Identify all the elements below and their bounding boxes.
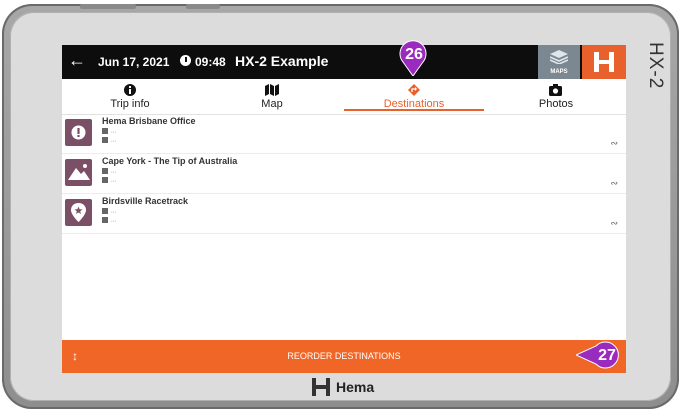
volume-button (186, 4, 220, 9)
list-item[interactable]: Birdsville Racetrack ... ... ∾ (62, 195, 626, 234)
alert-icon (71, 125, 86, 140)
note-icon (102, 177, 108, 183)
tab-trip-info[interactable]: Trip info (92, 79, 168, 114)
calendar-icon (102, 168, 108, 174)
destination-detail: ... (102, 217, 116, 224)
direction-icon (408, 84, 420, 96)
info-icon (124, 84, 136, 96)
annotation-badge: 27 (598, 347, 616, 364)
note-icon (102, 217, 108, 223)
reorder-label: REORDER DESTINATIONS (287, 351, 401, 361)
destination-thumbnail (65, 199, 92, 226)
layers-icon (550, 50, 568, 64)
destination-detail: ... (102, 128, 116, 135)
destination-thumbnail (65, 159, 92, 186)
hema-logo-icon (312, 378, 330, 396)
trip-name: HX-2 Example (235, 53, 329, 69)
maps-button-label: MAPS (550, 69, 568, 75)
reorder-destinations-button[interactable]: ↕ REORDER DESTINATIONS (62, 340, 626, 373)
tab-bar: Trip info Map Destinations Photos (62, 79, 626, 115)
tab-label: Photos (538, 98, 574, 110)
tab-photos[interactable]: Photos (518, 79, 594, 114)
destination-thumbnail (65, 119, 92, 146)
tab-label: Map (261, 98, 283, 110)
calendar-icon (102, 208, 108, 214)
list-item[interactable]: Cape York - The Tip of Australia ... ...… (62, 155, 626, 194)
destination-title: Birdsville Racetrack (102, 196, 189, 206)
destination-title: Hema Brisbane Office (102, 116, 196, 126)
trip-time: 09:48 (195, 55, 226, 69)
brand-name: Hema (336, 379, 375, 395)
maps-button[interactable]: MAPS (538, 45, 580, 79)
destination-detail: ... (102, 208, 116, 215)
app-screen: ← Jun 17, 2021 09:48 HX-2 Example MAPS T… (62, 45, 626, 373)
model-label: HX-2 (645, 42, 666, 90)
device-brand: Hema (312, 378, 374, 396)
note-icon (102, 137, 108, 143)
back-arrow-icon[interactable]: ← (68, 50, 86, 71)
list-item[interactable]: Hema Brisbane Office ... ... ∾ (62, 115, 626, 154)
top-bar: ← Jun 17, 2021 09:48 HX-2 Example MAPS (62, 45, 626, 79)
power-button (80, 4, 136, 9)
destination-detail: ... (102, 137, 116, 144)
calendar-icon (102, 128, 108, 134)
destination-detail: ... (102, 168, 116, 175)
route-icon[interactable]: ∾ (610, 138, 618, 149)
clock-icon (180, 55, 191, 66)
tab-destinations[interactable]: Destinations (344, 79, 484, 114)
active-tab-indicator (344, 109, 484, 111)
tab-label: Trip info (110, 98, 150, 110)
trip-date: Jun 17, 2021 (98, 55, 170, 69)
route-icon[interactable]: ∾ (610, 218, 618, 229)
tab-map[interactable]: Map (234, 79, 310, 114)
map-icon (265, 84, 279, 96)
destination-detail: ... (102, 177, 116, 184)
route-icon[interactable]: ∾ (610, 178, 618, 189)
star-pin-icon (71, 203, 86, 222)
camera-icon (549, 84, 562, 96)
annotation-badge: 26 (405, 46, 423, 63)
hema-button[interactable] (582, 45, 626, 79)
destination-title: Cape York - The Tip of Australia (102, 156, 238, 166)
mountain-icon (68, 164, 90, 180)
